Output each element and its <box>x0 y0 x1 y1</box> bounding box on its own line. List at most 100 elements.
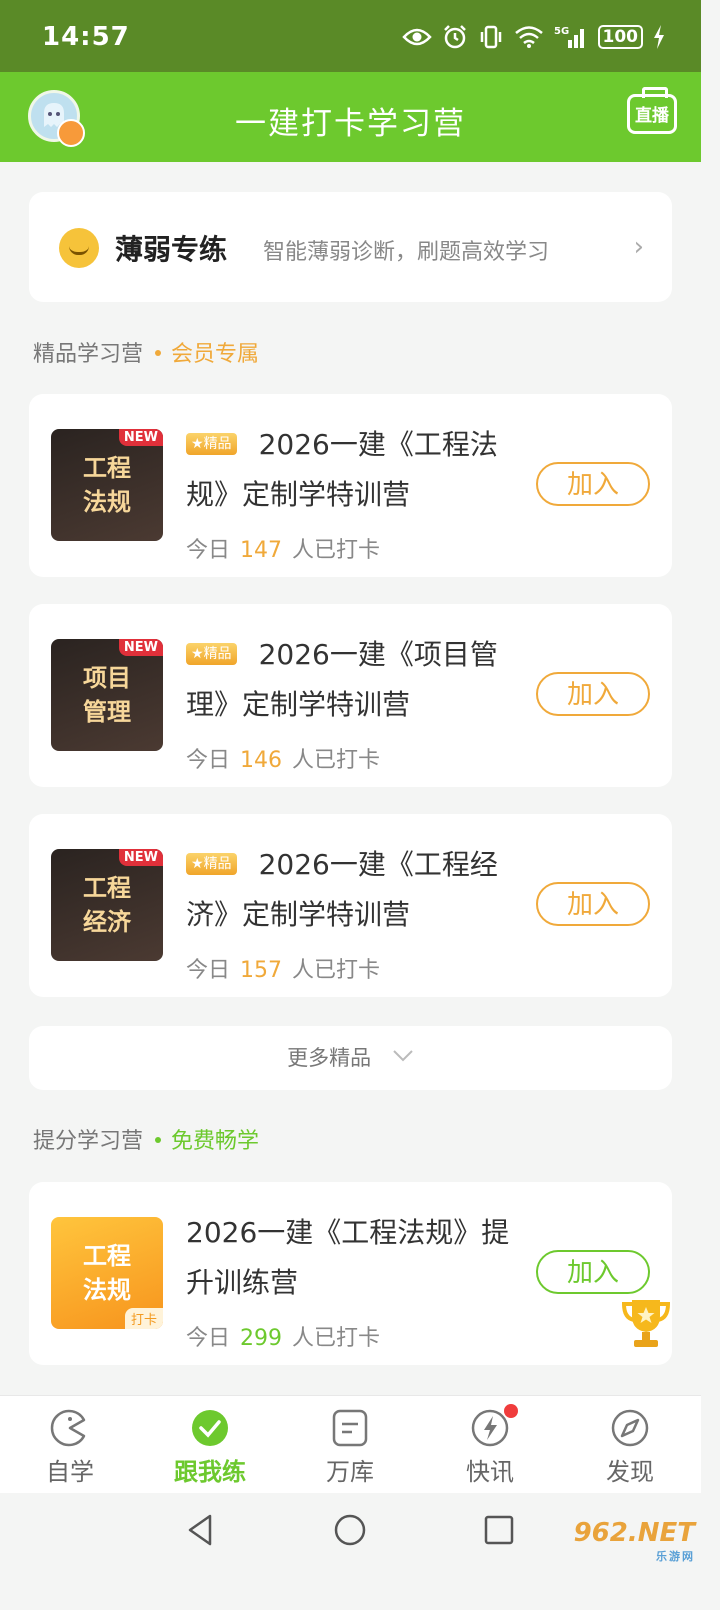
tab-label: 快讯 <box>466 1458 514 1486</box>
course-thumbnail: 工程 法规 打卡 <box>51 1217 163 1329</box>
count-suffix: 人已打卡 <box>292 748 381 773</box>
thumb-text: 工程 法规 <box>51 1239 163 1307</box>
tab-label: 发现 <box>606 1458 654 1486</box>
pacman-icon <box>50 1409 86 1447</box>
badge-label: 精品 <box>203 436 232 452</box>
premium-badge: ★精品 <box>186 643 237 665</box>
premium-badge: ★精品 <box>186 853 237 875</box>
course-title-block: ★精品 2026一建《工程法规》定制学特训营 <box>186 420 516 520</box>
chevron-down-icon <box>393 1050 413 1062</box>
checkin-count: 今日 157 人已打卡 <box>186 952 380 984</box>
course-card[interactable]: NEW 工程经济 ★精品 2026一建《工程经济》定制学特训营 今日 157 人已打卡… <box>29 814 672 997</box>
eye-icon <box>401 28 432 46</box>
charging-icon <box>654 25 664 49</box>
join-button[interactable]: 加入 <box>536 882 650 926</box>
live-label: 直播 <box>635 106 669 126</box>
tab-news[interactable]: 快讯 <box>440 1404 540 1487</box>
recents-icon[interactable] <box>482 1513 516 1547</box>
back-icon[interactable] <box>184 1513 218 1547</box>
app-header: 一建打卡学习营 直播 <box>0 72 701 162</box>
tab-label: 跟我练 <box>174 1458 246 1486</box>
badge-label: 精品 <box>203 646 232 662</box>
weak-practice-description: 智能薄弱诊断，刷题高效学习 <box>263 240 550 265</box>
weak-practice-card[interactable]: 薄弱专练 智能薄弱诊断，刷题高效学习 › <box>29 192 672 302</box>
free-section-header: 提分学习营 免费畅学 <box>33 1123 259 1155</box>
dot-separator <box>155 1137 162 1143</box>
status-icons: 5G 100 <box>401 24 666 50</box>
checkin-tag: 打卡 <box>124 1308 163 1329</box>
wifi-icon <box>514 26 543 48</box>
new-badge: NEW <box>118 849 163 866</box>
count-prefix: 今日 <box>186 748 231 773</box>
compass-icon <box>611 1409 649 1447</box>
count-number: 299 <box>240 1326 283 1351</box>
count-prefix: 今日 <box>186 538 231 563</box>
course-title: 2026一建《工程法规》提升训练营 <box>186 1216 510 1299</box>
tab-self-study[interactable]: 自学 <box>20 1408 120 1487</box>
tab-question-bank[interactable]: 万库 <box>300 1408 400 1487</box>
section-tag: 会员专属 <box>171 342 260 367</box>
watermark-logo: 962.NET 乐游网 <box>574 1518 695 1564</box>
thumb-line: 工程 <box>83 454 131 482</box>
live-button[interactable]: 直播 <box>627 94 677 134</box>
premium-badge: ★精品 <box>186 433 237 455</box>
status-bar: 14:57 5G 100 <box>0 0 701 72</box>
battery-level: 100 <box>597 25 643 49</box>
join-button[interactable]: 加入 <box>536 1250 650 1294</box>
svg-text:5G: 5G <box>554 26 569 37</box>
alarm-icon <box>443 25 466 49</box>
watermark-brand: 962.NET <box>573 1518 695 1548</box>
home-icon[interactable] <box>333 1513 367 1547</box>
course-card[interactable]: NEW 工程 法规 ★精品 2026一建《工程法规》定制学特训营 今日 147 人已打卡… <box>29 394 672 577</box>
signal-icon: 5G <box>554 26 584 48</box>
more-premium-button[interactable]: 更多精品 <box>29 1026 672 1090</box>
count-suffix: 人已打卡 <box>292 958 381 983</box>
tab-follow-practice[interactable]: 跟我练 <box>160 1408 260 1487</box>
count-suffix: 人已打卡 <box>292 538 381 563</box>
chevron-right-icon: › <box>633 232 644 262</box>
join-button[interactable]: 加入 <box>536 462 650 506</box>
thumb-text: 工程 经济 <box>51 871 163 939</box>
thumb-line: 经济 <box>83 908 131 936</box>
badge-label: 精品 <box>203 856 232 872</box>
thumb-text: 项目 管理 <box>51 661 163 729</box>
count-prefix: 今日 <box>186 958 231 983</box>
tab-discover[interactable]: 发现 <box>580 1408 680 1487</box>
trophy-icon[interactable] <box>618 1294 674 1350</box>
more-label: 更多精品 <box>287 1046 372 1070</box>
checkin-count: 今日 299 人已打卡 <box>186 1320 380 1352</box>
count-suffix: 人已打卡 <box>292 1326 381 1351</box>
premium-section-header: 精品学习营 会员专属 <box>33 336 259 368</box>
dot-separator <box>155 350 162 356</box>
thumb-line: 管理 <box>83 698 131 726</box>
count-number: 157 <box>240 958 283 983</box>
section-title: 精品学习营 <box>33 342 144 367</box>
join-button[interactable]: 加入 <box>536 672 650 716</box>
watermark-sub: 乐游网 <box>656 1550 695 1563</box>
course-card[interactable]: NEW 项目 管理 ★精品 2026一建《项目管理》定制学特训营 今日 146 人已打卡… <box>29 604 672 787</box>
document-icon <box>332 1409 368 1447</box>
page-title: 一建打卡学习营 <box>235 106 466 142</box>
status-time: 14:57 <box>42 22 130 52</box>
course-thumbnail: NEW 工程经济 <box>51 849 163 961</box>
count-prefix: 今日 <box>186 1326 231 1351</box>
count-number: 147 <box>240 538 283 563</box>
checkin-count: 今日 146 人已打卡 <box>186 742 380 774</box>
course-thumbnail: NEW 工程 法规 <box>51 429 163 541</box>
tab-label: 万库 <box>326 1458 374 1486</box>
tab-label: 自学 <box>46 1458 94 1486</box>
check-circle-icon <box>192 1410 228 1446</box>
course-title-block: ★精品 2026一建《项目管理》定制学特训营 <box>186 630 516 730</box>
thumb-line: 法规 <box>83 488 131 516</box>
course-thumbnail: NEW 项目 管理 <box>51 639 163 751</box>
thumb-line: 法规 <box>83 1276 131 1304</box>
notification-dot <box>504 1404 518 1418</box>
course-card[interactable]: 工程 法规 打卡 2026一建《工程法规》提升训练营 今日 299 人已打卡 加入 <box>29 1182 672 1365</box>
vibrate-icon <box>480 25 501 49</box>
thumb-text: 工程 法规 <box>51 451 163 519</box>
thumb-line: 工程 <box>83 874 131 902</box>
section-tag: 免费畅学 <box>171 1129 260 1154</box>
course-title-block: ★精品 2026一建《工程经济》定制学特训营 <box>186 840 516 940</box>
bottom-tab-bar: 自学 跟我练 万库 快讯 发现 <box>0 1395 701 1494</box>
smile-bulb-icon <box>59 228 99 268</box>
